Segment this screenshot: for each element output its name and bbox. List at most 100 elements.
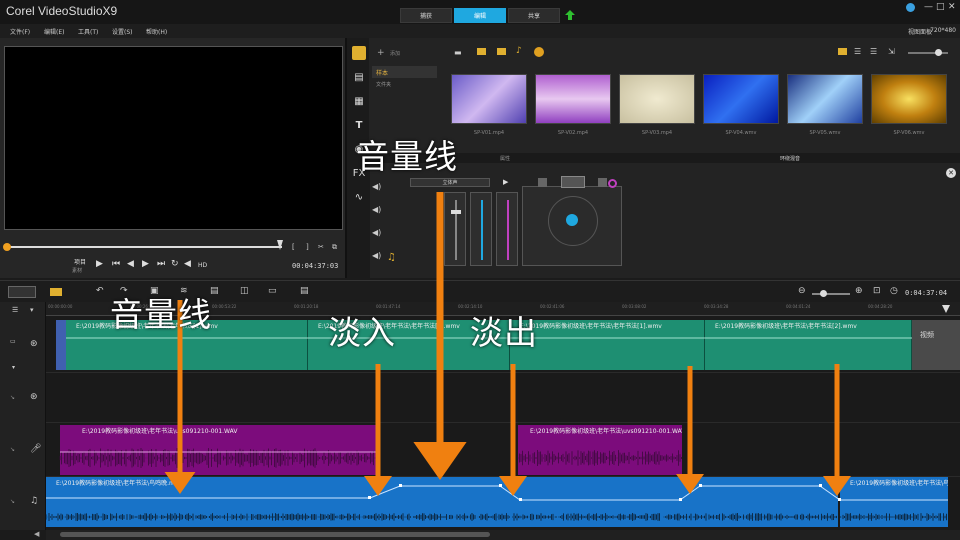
overlay-track-link-icon[interactable]: ↘	[10, 394, 15, 401]
instant-project-icon[interactable]: ▤	[352, 72, 366, 86]
path-icon[interactable]: ∿	[352, 192, 366, 206]
timeline-scroll-thumb[interactable]	[60, 532, 490, 537]
transition-icon[interactable]: ▦	[352, 96, 366, 110]
folder-samples[interactable]: 样本	[372, 66, 437, 78]
undo-icon[interactable]: ↶	[96, 286, 104, 296]
view-panel-label[interactable]: 视图面板	[908, 27, 932, 36]
thumb-size-slider[interactable]	[908, 52, 948, 54]
subtitle-editor-icon[interactable]: ▭	[268, 286, 277, 296]
volume-icon[interactable]: ◀	[184, 259, 191, 269]
music-track-icon-header[interactable]: ♫	[30, 496, 38, 506]
repeat-icon[interactable]: ↻	[171, 259, 179, 269]
hd-toggle[interactable]: HD	[198, 262, 207, 269]
menu-file[interactable]: 文件(F)	[10, 27, 30, 36]
tab-surround-mix[interactable]: 环绕混音	[780, 155, 800, 162]
library-thumbnail-1[interactable]	[451, 74, 527, 124]
voice-track-speaker-icon[interactable]: ◀)	[372, 228, 381, 237]
next-frame-icon[interactable]: ▶	[142, 259, 149, 269]
preview-timecode[interactable]: 00:04:37:03	[292, 262, 338, 270]
music-track-speaker-icon[interactable]: ◀)	[372, 251, 381, 260]
upload-arrow-icon[interactable]	[565, 10, 575, 20]
menu-edit[interactable]: 编辑(E)	[44, 27, 64, 36]
help-icon[interactable]	[906, 3, 915, 12]
timeline-view-icon[interactable]	[50, 288, 62, 296]
tab-edit[interactable]: 编辑	[454, 8, 506, 23]
tab-share[interactable]: 共享	[508, 8, 560, 23]
close-button[interactable]: ✕	[948, 2, 956, 12]
voice-clip-1[interactable]: E:\2019教码影像初级班\老年书法\uvs091210-001.WAV	[60, 425, 377, 475]
voice-track-link-icon[interactable]: ↘	[10, 446, 15, 453]
import-icon[interactable]	[534, 47, 544, 57]
sort-icon[interactable]: ☰	[870, 47, 877, 56]
voice-clip-2[interactable]: E:\2019教码影像初级班\老年书法\uvs091210-001.WAV	[518, 425, 682, 475]
video-clip-3[interactable]: E:\2019教码影像初级班\老年书法\老年书法[1].wmv	[510, 320, 705, 370]
scroll-left-icon[interactable]: ◀	[34, 530, 39, 538]
scrub-bar[interactable]	[6, 246, 282, 248]
library-thumbnail-3[interactable]	[619, 74, 695, 124]
music-clip-label: E:\2019教码影像初级班\老年书法\鸟鸣晚.mp3	[850, 480, 948, 487]
menu-help[interactable]: 帮助(H)	[146, 27, 167, 36]
photo-filter-icon[interactable]	[497, 48, 506, 55]
folder-label[interactable]: 文件夹	[376, 81, 391, 88]
stereo-select[interactable]: 立体声	[410, 178, 490, 187]
menu-tools[interactable]: 工具(T)	[78, 27, 98, 36]
zoom-slider[interactable]	[812, 293, 850, 295]
thumb-size-knob[interactable]	[935, 49, 942, 56]
track-expand-icon[interactable]: ▾	[12, 364, 15, 371]
music-track-icon[interactable]: ♫	[387, 252, 396, 263]
mark-out-button[interactable]: ]	[306, 243, 309, 251]
mixer-close-button[interactable]: ✕	[946, 168, 956, 178]
tab-capture[interactable]: 捕获	[400, 8, 452, 23]
video-clip-intro[interactable]	[56, 320, 66, 370]
storyboard-view-icon[interactable]	[8, 286, 36, 298]
chapter-icon[interactable]: ▾	[30, 306, 34, 314]
zoom-out-icon[interactable]: ⊖	[798, 286, 806, 296]
prev-frame-icon[interactable]: ◀	[127, 259, 134, 269]
end-icon[interactable]: ⏭	[157, 259, 165, 269]
multi-camera-icon[interactable]: ▤	[300, 286, 309, 296]
music-clip-2[interactable]: E:\2019教码影像初级班\老年书法\鸟鸣晚.mp3	[840, 477, 948, 527]
thumbnail-view-icon[interactable]	[838, 48, 847, 55]
mark-in-button[interactable]: [	[292, 243, 295, 251]
surround-position-knob[interactable]	[566, 214, 578, 226]
enlarge-icon[interactable]: ⧉	[332, 243, 337, 252]
track-manager-icon[interactable]: ☰	[12, 306, 18, 314]
folder-icon[interactable]: ▬	[454, 48, 462, 57]
mode-clip[interactable]: 素材	[72, 267, 82, 274]
video-clip-4[interactable]: E:\2019教码影像初级班\老年书法\老年书法[2].wmv	[705, 320, 912, 370]
library-thumbnail-4[interactable]	[703, 74, 779, 124]
fit-project-icon[interactable]: ⊡	[873, 286, 881, 296]
options-icon[interactable]: ⇲	[888, 47, 895, 56]
play-icon[interactable]: ▶	[96, 259, 103, 269]
menu-settings[interactable]: 设置(S)	[112, 27, 133, 36]
music-track-link-icon[interactable]: ↘	[10, 498, 15, 505]
media-icon[interactable]	[352, 46, 366, 60]
library-thumbnail-5[interactable]	[787, 74, 863, 124]
library-thumbnail-2[interactable]	[535, 74, 611, 124]
video-track-toggle-icon[interactable]: ⊛	[30, 339, 38, 349]
maximize-button[interactable]: □	[936, 2, 945, 12]
mode-project[interactable]: 项目	[74, 257, 86, 266]
minimize-button[interactable]: —	[924, 2, 933, 12]
video-clip-end[interactable]: 视频	[912, 320, 960, 370]
play-mix-icon[interactable]: ▶	[503, 178, 508, 186]
overlay-track-speaker-icon[interactable]: ◀)	[372, 205, 381, 214]
tab-properties[interactable]: 属性	[500, 155, 510, 162]
scrub-start-handle[interactable]	[3, 243, 11, 251]
video-filter-icon[interactable]	[477, 48, 486, 55]
list-view-icon[interactable]: ☰	[854, 47, 861, 56]
zoom-in-icon[interactable]: ⊕	[855, 286, 863, 296]
motion-tracking-icon[interactable]: ◫	[240, 286, 249, 296]
home-icon[interactable]: ⏮	[112, 259, 120, 269]
library-thumbnail-6[interactable]	[871, 74, 947, 124]
voice-track-icon[interactable]: 🎤︎	[30, 444, 41, 454]
video-track-speaker-icon[interactable]: ◀)	[372, 182, 381, 191]
music-clip-1[interactable]: E:\2019教码影像初级班\老年书法\鸟鸣晚.mp3	[46, 477, 838, 527]
zoom-knob[interactable]	[820, 290, 827, 297]
add-folder-icon[interactable]: +	[377, 48, 385, 58]
split-icon[interactable]: ✂	[318, 243, 324, 251]
add-folder-label[interactable]: 添加	[390, 50, 400, 57]
fader-knob-left[interactable]	[451, 210, 461, 214]
audio-filter-icon[interactable]: ♪	[516, 46, 522, 56]
overlay-track-toggle-icon[interactable]: ⊛	[30, 392, 38, 402]
